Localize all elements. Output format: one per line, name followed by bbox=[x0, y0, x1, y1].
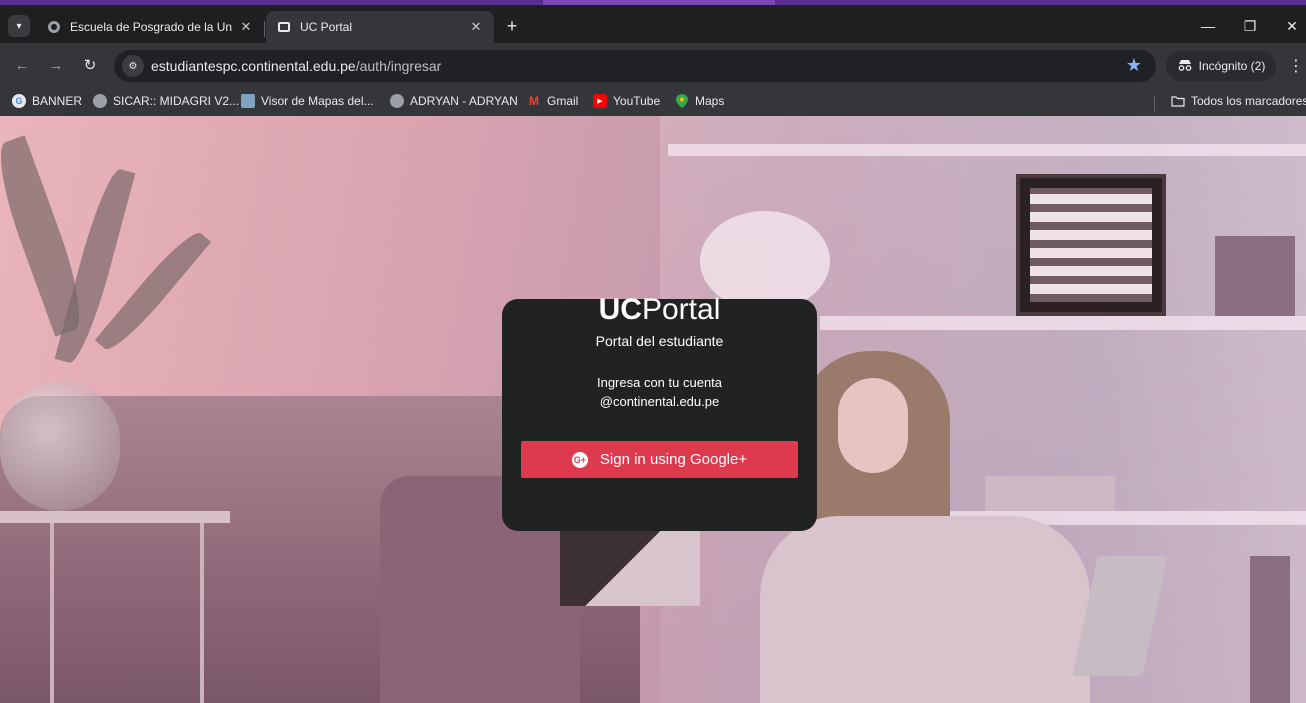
background-books bbox=[985, 476, 1115, 511]
tab-escuela-posgrado[interactable]: Escuela de Posgrado de la Unive ✕ bbox=[36, 11, 264, 43]
incognito-profile-button[interactable]: Incógnito (2) bbox=[1166, 51, 1276, 81]
globe-icon bbox=[46, 19, 62, 35]
globe-icon bbox=[390, 94, 404, 108]
portal-subtitle: Portal del estudiante bbox=[595, 333, 724, 349]
bookmark-label: SICAR:: MIDAGRI V2... bbox=[113, 94, 240, 108]
background-person bbox=[760, 516, 1090, 703]
minimize-icon[interactable]: — bbox=[1198, 18, 1218, 34]
folder-icon bbox=[1171, 94, 1185, 108]
uc-portal-icon bbox=[276, 19, 292, 35]
back-icon[interactable]: ← bbox=[12, 56, 32, 76]
bookmark-star-icon[interactable]: ★ bbox=[1126, 55, 1142, 76]
window-close-icon[interactable]: ✕ bbox=[1282, 18, 1302, 35]
bookmark-label: Visor de Mapas del... bbox=[261, 94, 374, 108]
background-person bbox=[838, 378, 908, 473]
bookmark-gmail[interactable]: M Gmail bbox=[527, 94, 578, 108]
google-sign-in-button[interactable]: G+ Sign in using Google+ bbox=[521, 441, 798, 478]
incognito-icon bbox=[1177, 59, 1193, 74]
forward-icon[interactable]: → bbox=[46, 56, 66, 76]
uc-portal-logo: UCPortal bbox=[598, 293, 721, 326]
address-bar[interactable]: ⚙ estudiantespc.continental.edu.pe/auth/… bbox=[114, 50, 1156, 82]
login-hint: Ingresa con tu cuenta @continental.edu.p… bbox=[502, 373, 817, 411]
url-domain: estudiantespc.continental.edu.pe bbox=[151, 58, 356, 74]
bookmark-label: ADRYAN - ADRYAN bbox=[410, 94, 518, 108]
bookmark-label: Maps bbox=[695, 94, 725, 108]
url-text[interactable]: estudiantespc.continental.edu.pe/auth/in… bbox=[151, 58, 441, 74]
all-bookmarks-button[interactable]: Todos los marcadores bbox=[1171, 94, 1306, 108]
tab-uc-portal[interactable]: UC Portal ✕ bbox=[266, 11, 494, 43]
maps-pin-icon bbox=[675, 94, 689, 108]
more-menu-icon[interactable]: ⋮ bbox=[1288, 56, 1304, 76]
bookmark-label: YouTube bbox=[613, 94, 661, 108]
incognito-label: Incógnito (2) bbox=[1198, 59, 1266, 73]
bookmark-visor-mapas[interactable]: Visor de Mapas del... bbox=[241, 94, 374, 108]
bookmark-adryan[interactable]: ADRYAN - ADRYAN bbox=[390, 94, 518, 108]
bookmarks-divider bbox=[1154, 95, 1155, 111]
bookmark-sicar[interactable]: SICAR:: MIDAGRI V2... bbox=[93, 94, 239, 108]
background-side-table bbox=[200, 523, 204, 703]
close-icon[interactable]: ✕ bbox=[238, 19, 254, 35]
google-plus-icon: G+ bbox=[571, 451, 588, 468]
login-card: UCPortal Portal del estudiante Ingresa c… bbox=[502, 293, 817, 531]
tab-title: UC Portal bbox=[300, 20, 353, 34]
bookmark-label: BANNER bbox=[32, 94, 83, 108]
google-icon: G bbox=[12, 94, 26, 108]
site-settings-icon[interactable]: ⚙ bbox=[122, 55, 144, 77]
url-path: /auth/ingresar bbox=[355, 58, 442, 74]
background-shelf bbox=[668, 144, 1306, 156]
login-hint-domain: @continental.edu.pe bbox=[599, 394, 720, 409]
bookmarks-bar: G BANNER SICAR:: MIDAGRI V2... Visor de … bbox=[0, 89, 1306, 116]
bookmark-label: Gmail bbox=[547, 94, 579, 108]
globe-icon bbox=[93, 94, 107, 108]
gmail-icon: M bbox=[529, 94, 539, 108]
tab-divider bbox=[264, 21, 265, 37]
map-thumbnail-icon bbox=[241, 94, 255, 108]
google-sign-in-label: Sign in using Google+ bbox=[599, 451, 748, 468]
tab-title: Escuela de Posgrado de la Unive bbox=[70, 20, 232, 34]
bookmark-label: Todos los marcadores bbox=[1191, 94, 1306, 108]
close-icon[interactable]: ✕ bbox=[468, 19, 484, 35]
login-hint-line: Ingresa con tu cuenta bbox=[596, 375, 723, 390]
bookmark-maps[interactable]: Maps bbox=[675, 94, 724, 108]
background-picture-frame bbox=[1016, 174, 1166, 316]
new-tab-button[interactable]: + bbox=[502, 16, 522, 36]
toolbar: ← → ↻ ⚙ estudiantespc.continental.edu.pe… bbox=[0, 43, 1306, 89]
background-vase bbox=[0, 381, 120, 511]
background-side-table bbox=[0, 511, 230, 523]
restore-icon[interactable]: ❐ bbox=[1240, 18, 1260, 35]
reload-icon[interactable]: ↻ bbox=[80, 56, 100, 76]
youtube-icon: ▶ bbox=[593, 94, 607, 108]
background-books bbox=[1250, 556, 1290, 703]
tab-strip: ▾ Escuela de Posgrado de la Unive ✕ UC P… bbox=[0, 5, 1306, 43]
tab-search-button[interactable]: ▾ bbox=[8, 15, 30, 37]
background-books bbox=[1215, 236, 1295, 316]
background-shelf bbox=[820, 316, 1306, 330]
background-side-table bbox=[50, 523, 54, 703]
bookmark-banner[interactable]: G BANNER bbox=[12, 94, 82, 108]
bookmark-youtube[interactable]: ▶ YouTube bbox=[593, 94, 660, 108]
login-page-background: UCPortal Portal del estudiante Ingresa c… bbox=[0, 116, 1306, 703]
